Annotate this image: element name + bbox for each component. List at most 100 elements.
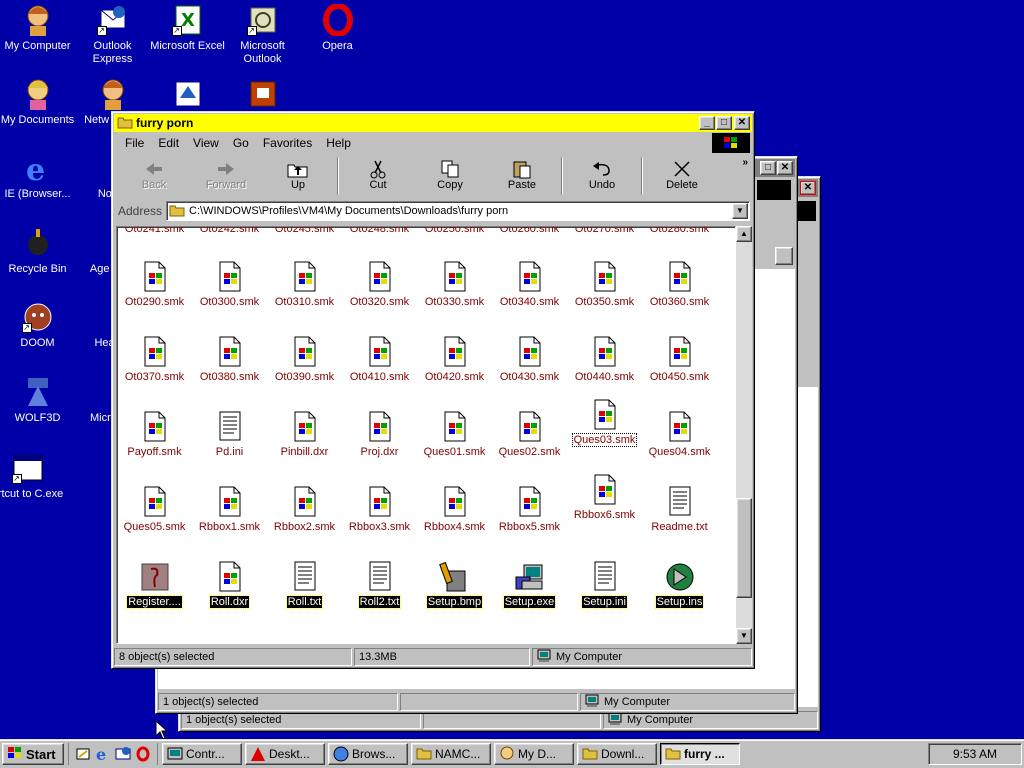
toolbar-chevron-icon[interactable]: » [742,157,748,168]
file-item-ot0440-smk[interactable]: Ot0440.smk [567,336,642,383]
file-item-ot0250-smk[interactable]: Ot0250.smk [417,227,492,235]
menu-file[interactable]: File [118,136,151,150]
undo-button[interactable]: Undo [566,155,638,197]
maximize-button[interactable]: □ [760,161,776,175]
file-item-roll-txt[interactable]: Roll.txt [267,561,342,609]
task-button-browse[interactable]: Brows... [328,743,408,765]
file-item-ques03-smk[interactable]: Ques03.smk [567,399,642,447]
file-item-ques04-smk[interactable]: Ques04.smk [642,411,717,458]
vertical-scrollbar[interactable]: ▲ ▼ [736,226,752,644]
file-item-readme-txt[interactable]: Readme.txt [642,486,717,533]
file-item-ot0242-smk[interactable]: Ot0242.smk [192,227,267,235]
file-item-setup-exe[interactable]: Setup.exe [492,561,567,609]
file-item-ot0390-smk[interactable]: Ot0390.smk [267,336,342,383]
opera-quicklaunch-icon[interactable] [135,746,151,762]
file-item-ot0330-smk[interactable]: Ot0330.smk [417,261,492,308]
menu-view[interactable]: View [186,136,226,150]
file-item-ot0380-smk[interactable]: Ot0380.smk [192,336,267,383]
file-item-ot0310-smk[interactable]: Ot0310.smk [267,261,342,308]
file-item-rbbox2-smk[interactable]: Rbbox2.smk [267,486,342,533]
ie-quicklaunch-icon[interactable]: e [95,745,111,764]
desktop-icon-unknown-2[interactable] [225,78,300,114]
file-item-ot0340-smk[interactable]: Ot0340.smk [492,261,567,308]
file-item-ot0245-smk[interactable]: Ot0245.smk [267,227,342,235]
file-item-rbbox6-smk[interactable]: Rbbox6.smk [567,474,642,521]
file-item-rbbox5-smk[interactable]: Rbbox5.smk [492,486,567,533]
file-item-pinbill-dxr[interactable]: Pinbill.dxr [267,411,342,458]
task-button-control-panel[interactable]: Contr... [162,743,242,765]
task-button-desktop[interactable]: Deskt... [245,743,325,765]
task-button-namc[interactable]: NAMC... [411,743,491,765]
file-item-ot0420-smk[interactable]: Ot0420.smk [417,336,492,383]
menu-go[interactable]: Go [226,136,256,150]
maximize-button[interactable]: □ [716,116,732,130]
file-item-rbbox4-smk[interactable]: Rbbox4.smk [417,486,492,533]
menu-help[interactable]: Help [319,136,358,150]
paste-button[interactable]: Paste [486,155,558,197]
scroll-down-button[interactable]: ▼ [736,628,752,644]
menu-edit[interactable]: Edit [151,136,186,150]
file-item-ot0300-smk[interactable]: Ot0300.smk [192,261,267,308]
desktop-icon-ie[interactable]: e IE (Browser... [0,152,75,201]
file-item-payoff-smk[interactable]: Payoff.smk [117,411,192,458]
file-item-ot0360-smk[interactable]: Ot0360.smk [642,261,717,308]
desktop-icon-shortcut-c[interactable]: ↗ ortcut to C.exe [0,452,65,501]
desktop-icon-microsoft-excel[interactable]: X ↗ Microsoft Excel [150,4,225,53]
file-item-ques02-smk[interactable]: Ques02.smk [492,411,567,458]
file-item-rbbox1-smk[interactable]: Rbbox1.smk [192,486,267,533]
desktop-icon-doom[interactable]: ↗ DOOM [0,301,75,350]
forward-button[interactable]: Forward [190,155,262,197]
file-item-ot0450-smk[interactable]: Ot0450.smk [642,336,717,383]
desktop-icon-wolf3d[interactable]: WOLF3D [0,376,75,425]
delete-button[interactable]: Delete [646,155,718,197]
file-item-proj-dxr[interactable]: Proj.dxr [342,411,417,458]
scroll-thumb[interactable] [736,498,752,598]
file-list-pane[interactable]: Ot0241.smk Ot0242.smk Ot0245.smk Ot0248.smk… [116,226,736,644]
file-item-setup-ini[interactable]: Setup.ini [567,561,642,609]
file-item-ot0248-smk[interactable]: Ot0248.smk [342,227,417,235]
desktop-icon-microsoft-outlook[interactable]: ↗ Microsoft Outlook [225,4,300,66]
explorer-window[interactable]: furry porn _ □ ✕ File Edit View Go Favor… [111,111,755,669]
file-item-ot0280-smk[interactable]: Ot0280.smk [642,227,717,235]
outlook-express-quicklaunch-icon[interactable] [115,746,131,762]
address-dropdown-button[interactable]: ▼ [732,203,748,219]
address-input[interactable]: C:\WINDOWS\Profiles\VM4\My Documents\Dow… [166,201,750,221]
file-item-ot0260-smk[interactable]: Ot0260.smk [492,227,567,235]
close-button[interactable]: ✕ [734,116,750,130]
dropdown-arrow-icon[interactable] [775,247,793,265]
task-button-furry[interactable]: furry ... [660,743,740,765]
file-item-rbbox3-smk[interactable]: Rbbox3.smk [342,486,417,533]
file-item-ot0241-smk[interactable]: Ot0241.smk [117,227,192,235]
back-button[interactable]: Back [118,155,190,197]
scroll-up-button[interactable]: ▲ [736,226,752,242]
desktop-icon-my-documents[interactable]: My Documents [0,78,75,127]
minimize-button[interactable]: _ [699,116,715,130]
file-item-pd-ini[interactable]: Pd.ini [192,411,267,458]
file-item-ot0270-smk[interactable]: Ot0270.smk [567,227,642,235]
file-item-ot0290-smk[interactable]: Ot0290.smk [117,261,192,308]
window-titlebar[interactable]: furry porn _ □ ✕ [114,114,752,132]
file-item-setup-bmp[interactable]: Setup.bmp [417,561,492,609]
close-button[interactable]: ✕ [777,161,793,175]
cut-button[interactable]: Cut [342,155,414,197]
desktop-icon-unknown-1[interactable] [150,78,225,114]
start-button[interactable]: Start [2,743,64,765]
file-item-ques05-smk[interactable]: Ques05.smk [117,486,192,533]
close-button[interactable]: ✕ [800,181,816,195]
menu-favorites[interactable]: Favorites [256,136,319,150]
file-item-register[interactable]: Register.... [117,561,192,609]
file-item-ot0370-smk[interactable]: Ot0370.smk [117,336,192,383]
file-item-ot0320-smk[interactable]: Ot0320.smk [342,261,417,308]
desktop-icon-opera[interactable]: Opera [300,3,375,53]
file-item-ot0430-smk[interactable]: Ot0430.smk [492,336,567,383]
file-item-setup-ins[interactable]: Setup.ins [642,561,717,609]
task-button-downloads[interactable]: Downl... [577,743,657,765]
copy-button[interactable]: Copy [414,155,486,197]
file-item-ot0410-smk[interactable]: Ot0410.smk [342,336,417,383]
show-desktop-icon[interactable] [75,746,91,762]
file-item-ot0350-smk[interactable]: Ot0350.smk [567,261,642,308]
desktop-icon-recycle-bin[interactable]: Recycle Bin [0,227,75,276]
clock[interactable]: 9:53 AM [953,747,997,761]
task-button-my-documents[interactable]: My D... [494,743,574,765]
desktop-icon-my-computer[interactable]: My Computer [0,4,75,53]
